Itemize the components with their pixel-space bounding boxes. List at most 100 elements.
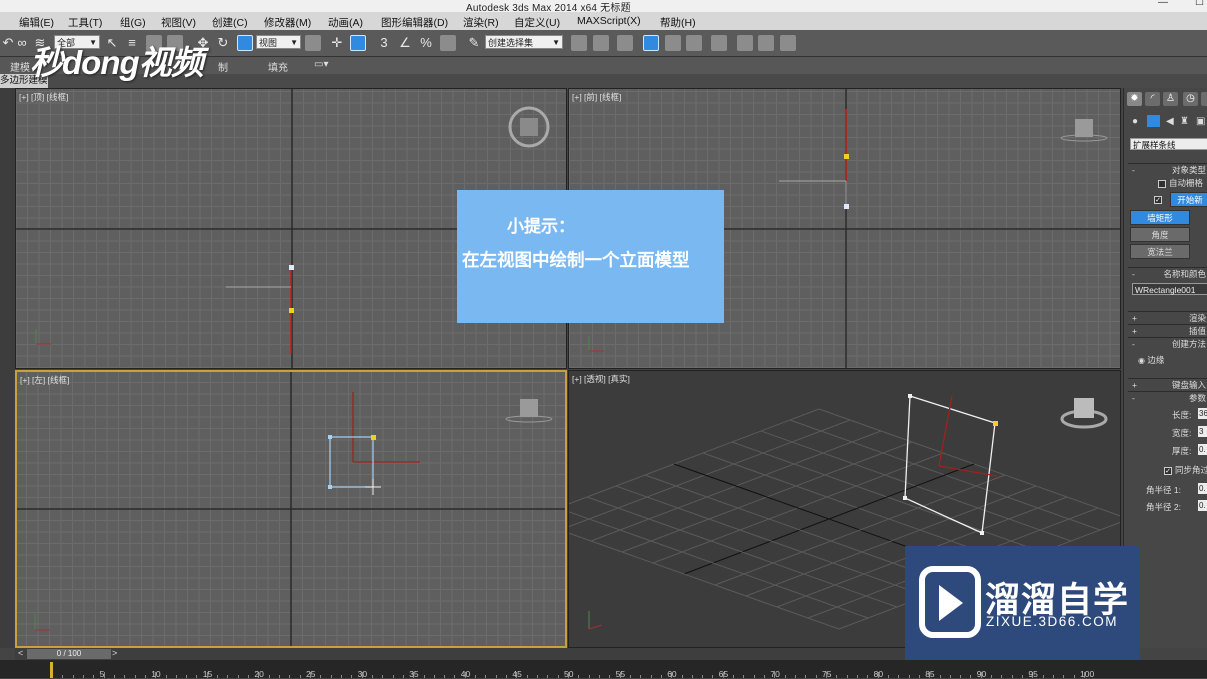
edit-named-selection-icon[interactable]: ✎	[466, 35, 482, 51]
mirror-icon[interactable]	[571, 35, 587, 51]
pivot-center-icon[interactable]	[305, 35, 321, 51]
menu-maxscript[interactable]: MAXScript(X)	[577, 15, 641, 27]
rollout-keyboard-entry[interactable]: + 键盘输入	[1128, 378, 1207, 390]
shape-vertex[interactable]	[371, 435, 376, 440]
viewport-label[interactable]: [+] [前] [线框]	[572, 91, 621, 103]
viewcube-icon[interactable]	[1074, 398, 1094, 418]
shape-vertex[interactable]	[980, 531, 984, 535]
material-editor-icon[interactable]	[711, 35, 727, 51]
shape-vertex[interactable]	[993, 421, 998, 426]
spinner-snap-icon[interactable]	[440, 35, 456, 51]
shape-vertex[interactable]	[289, 308, 294, 313]
rollout-name-color[interactable]: - 名称和颜色	[1128, 267, 1207, 279]
ribbon-options-icon[interactable]: ▭▾	[314, 59, 328, 70]
track-bar[interactable]: 5 10 15 20 25 30 35 40 45 50 55 60 65 70 75 80 85 90 95 100	[0, 660, 1207, 679]
menu-animation[interactable]: 动画(A)	[328, 15, 363, 30]
rollout-rendering[interactable]: + 渲染	[1128, 311, 1207, 323]
collapse-icon: -	[1132, 393, 1135, 403]
current-frame-marker[interactable]	[50, 662, 53, 678]
edge-radio[interactable]: ◉ 边缘	[1138, 354, 1164, 366]
select-manipulate-icon[interactable]: ✛	[329, 35, 345, 51]
modify-tab-icon[interactable]: ◜	[1145, 92, 1160, 106]
shape-vertex[interactable]	[908, 394, 912, 398]
shape-vertex[interactable]	[328, 435, 332, 439]
named-selection-dropdown[interactable]: 创建选择集 ▼	[485, 35, 563, 49]
rollout-object-type[interactable]: - 对象类型	[1128, 163, 1207, 175]
viewcube-icon[interactable]	[520, 399, 538, 417]
snap-toggle-icon[interactable]: 3	[376, 35, 392, 51]
viewcube-icon[interactable]	[520, 118, 538, 136]
rendered-frame-icon[interactable]	[758, 35, 774, 51]
menu-customize[interactable]: 自定义(U)	[514, 15, 560, 30]
prev-frame-button[interactable]: <	[18, 648, 23, 658]
ribbon-tab-modeling[interactable]: 建模	[10, 59, 30, 74]
viewport-label[interactable]: [+] [透视] [真实]	[572, 373, 630, 385]
scale-icon[interactable]	[237, 35, 253, 51]
helpers-icon[interactable]: ▣	[1196, 116, 1205, 127]
time-slider[interactable]: 0 / 100	[27, 649, 111, 659]
shape-vertex[interactable]	[289, 265, 294, 270]
rotate-icon[interactable]: ↻	[215, 35, 231, 51]
reference-coord-dropdown[interactable]: 视图 ▼	[256, 35, 301, 49]
menu-rendering[interactable]: 渲染(R)	[463, 15, 499, 30]
curve-editor-icon[interactable]	[665, 35, 681, 51]
menu-tools[interactable]: 工具(T)	[68, 15, 102, 30]
thickness-spinner[interactable]: 0.	[1198, 444, 1207, 455]
viewport-label[interactable]: [+] [顶] [线框]	[19, 91, 68, 103]
menu-group[interactable]: 组(G)	[120, 15, 146, 30]
auto-grid-checkbox[interactable]: 自动栅格	[1158, 177, 1203, 189]
minimize-button[interactable]: —	[1158, 0, 1168, 8]
hierarchy-tab-icon[interactable]: ♙	[1163, 92, 1178, 106]
viewport-label[interactable]: [+] [左] [线框]	[20, 374, 69, 386]
align-icon[interactable]	[593, 35, 609, 51]
menu-help[interactable]: 帮助(H)	[660, 15, 696, 30]
maximize-button[interactable]: ☐	[1195, 0, 1204, 8]
length-spinner[interactable]: 36	[1198, 408, 1207, 419]
cameras-icon[interactable]: ♜	[1180, 116, 1189, 127]
menu-edit[interactable]: 编辑(E)	[19, 15, 54, 30]
start-new-checkbox[interactable]: ✓	[1154, 194, 1165, 204]
layer-manager-icon[interactable]	[617, 35, 633, 51]
keyboard-shortcut-icon[interactable]	[350, 35, 366, 51]
wall-rectangle-button[interactable]: 墙矩形	[1130, 210, 1190, 225]
ribbon-tab-freeform[interactable]: 制	[218, 59, 228, 74]
motion-tab-icon[interactable]: ◷	[1183, 92, 1198, 106]
percent-snap-icon[interactable]: %	[418, 35, 434, 51]
menu-graph-editors[interactable]: 图形编辑器(D)	[381, 15, 448, 30]
shape-vertex[interactable]	[903, 496, 907, 500]
shapes-icon[interactable]	[1147, 115, 1160, 127]
rollout-interpolation[interactable]: + 插值	[1128, 324, 1207, 336]
shape-vertex[interactable]	[844, 154, 849, 159]
ribbon-tab-populate[interactable]: 填充	[268, 59, 288, 74]
schematic-view-icon[interactable]	[686, 35, 702, 51]
display-tab-icon[interactable]: ▪	[1201, 92, 1207, 106]
width-spinner[interactable]: 3	[1198, 426, 1207, 437]
sync-corner-checkbox[interactable]: ✓ 同步角过	[1164, 464, 1207, 476]
link-icon[interactable]: ∞	[14, 35, 30, 51]
rollout-parameters[interactable]: - 参数	[1128, 391, 1207, 403]
render-production-icon[interactable]	[780, 35, 796, 51]
create-tab-icon[interactable]: ✹	[1127, 92, 1142, 106]
menu-modifiers[interactable]: 修改器(M)	[264, 15, 311, 30]
wall-plane-shape[interactable]	[904, 395, 996, 534]
radius1-spinner[interactable]: 0.	[1198, 483, 1207, 494]
shape-vertex[interactable]	[844, 204, 849, 209]
shape-vertex[interactable]	[328, 485, 332, 489]
angle-snap-icon[interactable]: ∠	[397, 35, 413, 51]
menu-views[interactable]: 视图(V)	[161, 15, 196, 30]
rollout-creation-method[interactable]: - 创建方法	[1128, 337, 1207, 349]
render-setup-icon[interactable]	[737, 35, 753, 51]
angle-button[interactable]: 角度	[1130, 227, 1190, 242]
viewport-left[interactable]: [+] [左] [线框]	[15, 370, 567, 648]
start-new-button[interactable]: 开始新	[1170, 192, 1207, 207]
object-name-input[interactable]: WRectangle001	[1132, 283, 1207, 295]
menu-create[interactable]: 创建(C)	[212, 15, 248, 30]
graphite-ribbon-icon[interactable]	[643, 35, 659, 51]
radius2-spinner[interactable]: 0.	[1198, 500, 1207, 511]
geometry-icon[interactable]: ●	[1132, 116, 1138, 127]
viewcube-icon[interactable]	[1075, 119, 1093, 137]
category-dropdown[interactable]: 扩展样条线	[1130, 138, 1207, 150]
lights-icon[interactable]: ◀	[1166, 116, 1174, 127]
next-frame-button[interactable]: >	[112, 648, 117, 658]
wide-flange-button[interactable]: 宽法兰	[1130, 244, 1190, 259]
